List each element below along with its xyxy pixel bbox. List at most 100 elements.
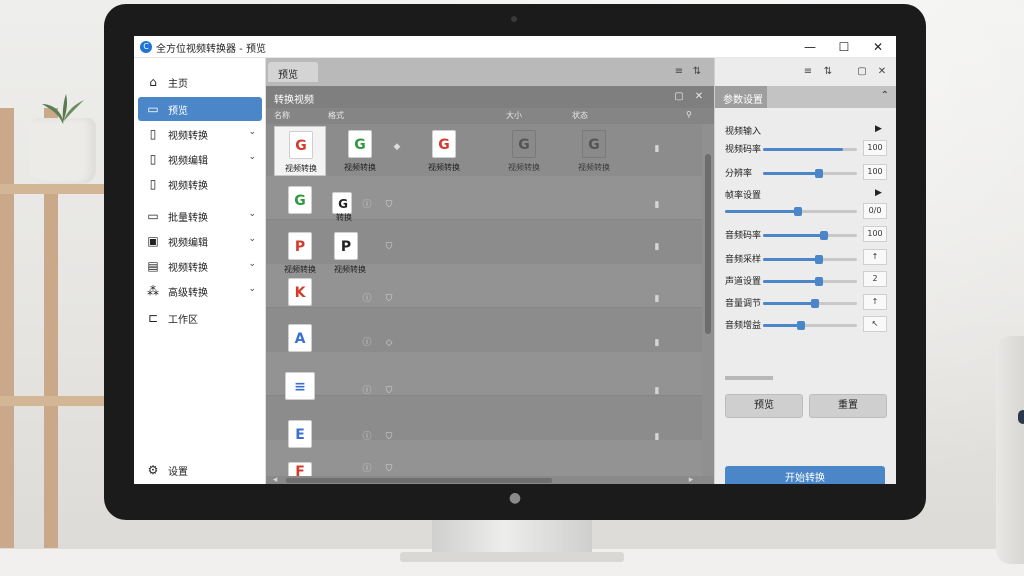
slider-volume[interactable] <box>763 299 857 308</box>
sidebar-item-video-convert[interactable]: ▯ 视频转换 ⌄ <box>138 122 262 146</box>
vertical-scroll-thumb[interactable] <box>705 154 711 334</box>
maximize-button[interactable]: ☐ <box>830 38 858 56</box>
tag-icon[interactable]: ⛉ <box>384 200 394 210</box>
tag-icon[interactable]: ⛉ <box>384 242 394 252</box>
slider-video-bitrate[interactable] <box>763 148 857 151</box>
file-item[interactable]: G 视频转换 <box>334 126 386 176</box>
expand-arrow-icon[interactable]: ▶ <box>875 188 882 198</box>
value-box[interactable]: 2 <box>863 271 887 287</box>
slider-knob[interactable] <box>820 231 828 240</box>
info-icon[interactable]: ⓘ <box>362 200 372 210</box>
file-item[interactable]: P 视频转换 <box>274 228 326 278</box>
slider-resolution[interactable] <box>763 169 857 178</box>
sort-icon[interactable]: ⇅ <box>821 66 835 78</box>
sidebar-item-preview[interactable]: ▭ 预览 <box>138 97 262 121</box>
filter-icon[interactable]: ≡ <box>672 66 686 78</box>
tag-icon[interactable]: ⛉ <box>384 464 394 474</box>
slider-fill <box>763 148 843 151</box>
horizontal-scroll-thumb[interactable] <box>286 478 552 483</box>
slider-knob[interactable] <box>815 255 823 264</box>
slider-knob[interactable] <box>797 321 805 330</box>
scroll-right-icon[interactable]: ▸ <box>686 475 696 484</box>
value-box[interactable]: 100 <box>863 140 887 156</box>
window-icon[interactable]: ▢ <box>672 91 686 103</box>
slider-channels[interactable] <box>763 277 857 286</box>
start-convert-button[interactable]: 开始转换 <box>725 466 885 484</box>
vertical-scrollbar[interactable] <box>702 124 714 476</box>
close-panel-icon[interactable]: ✕ <box>692 91 706 103</box>
slider-audio-gain[interactable] <box>763 321 857 330</box>
value-box[interactable]: ↑ <box>863 294 887 310</box>
file-status-icon: ▮ <box>654 294 660 304</box>
chevron-down-icon[interactable]: ⌄ <box>248 152 256 162</box>
tag-icon[interactable]: ⛉ <box>384 294 394 304</box>
info-icon[interactable]: ⓘ <box>362 464 372 474</box>
slider-frame-rate[interactable] <box>725 207 857 216</box>
monitor-stand-base <box>400 552 624 562</box>
settings-tab[interactable]: 参数设置 <box>715 86 767 108</box>
column-header-format[interactable]: 格式 <box>328 110 344 121</box>
info-icon[interactable]: ⓘ <box>362 432 372 442</box>
setting-label: 音量调节 <box>725 299 762 309</box>
preview-button[interactable]: 预览 <box>725 394 803 418</box>
tag-icon[interactable]: ⛉ <box>384 432 394 442</box>
slider-audio-sample[interactable] <box>763 255 857 264</box>
value-box[interactable]: ↑ <box>863 249 887 265</box>
file-item[interactable]: P 视频转换 <box>324 228 376 278</box>
tab-preview[interactable]: 预览 <box>268 62 318 82</box>
menu-icon[interactable]: ≡ <box>801 66 815 78</box>
value-box[interactable]: ↖ <box>863 316 887 332</box>
chevron-down-icon[interactable]: ⌄ <box>248 284 256 294</box>
info-icon[interactable]: ⓘ <box>362 294 372 304</box>
scroll-left-icon[interactable]: ◂ <box>270 475 280 484</box>
file-item[interactable]: G <box>274 182 326 232</box>
file-item[interactable]: G 视频转换 <box>418 126 470 176</box>
file-item[interactable]: G 视频转换 <box>568 126 620 176</box>
slider-knob[interactable] <box>815 277 823 286</box>
info-icon[interactable]: ⓘ <box>362 386 372 396</box>
minimize-button[interactable]: — <box>796 38 824 56</box>
chevron-down-icon[interactable]: ⌄ <box>248 259 256 269</box>
file-item[interactable]: ≡ <box>274 368 326 418</box>
file-status-icon: ▮ <box>654 144 660 154</box>
expand-arrow-icon[interactable]: ▶ <box>875 124 882 134</box>
sort-icon[interactable]: ⇅ <box>690 66 704 78</box>
column-header-size[interactable]: 大小 <box>506 110 522 121</box>
chevron-down-icon[interactable]: ⌄ <box>248 234 256 244</box>
sidebar-item-video-convert-3[interactable]: ▤ 视频转换 ⌄ <box>138 254 262 278</box>
sidebar-item-home[interactable]: ⌂ 主页 <box>138 70 262 94</box>
value-box[interactable]: 0/0 <box>863 203 887 219</box>
chevron-down-icon[interactable]: ⌄ <box>248 209 256 219</box>
column-header-name[interactable]: 名称 <box>274 110 290 121</box>
value-box[interactable]: 100 <box>863 226 887 242</box>
chevron-down-icon[interactable]: ⌄ <box>248 127 256 137</box>
horizontal-scrollbar[interactable]: ◂ ▸ <box>266 475 714 484</box>
close-button[interactable]: ✕ <box>864 38 892 56</box>
sidebar-item-video-edit-2[interactable]: ▣ 视频编辑 ⌄ <box>138 229 262 253</box>
file-item[interactable]: G 视频转换 <box>498 126 550 176</box>
window-icon[interactable]: ▢ <box>855 66 869 78</box>
value-box[interactable]: 100 <box>863 164 887 180</box>
slider-audio-bitrate[interactable] <box>763 231 857 240</box>
slider-knob[interactable] <box>794 207 802 216</box>
reset-button[interactable]: 重置 <box>809 394 887 418</box>
slider-knob[interactable] <box>811 299 819 308</box>
chevron-up-icon[interactable]: ⌃ <box>881 90 889 101</box>
close-panel-icon[interactable]: ✕ <box>875 66 889 78</box>
info-icon[interactable]: ⓘ <box>362 338 372 348</box>
column-header-status[interactable]: 状态 <box>572 110 588 121</box>
document-icon: G <box>432 130 456 158</box>
sidebar-item-workspace[interactable]: ⊏ 工作区 <box>138 306 262 330</box>
file-item[interactable]: K <box>274 274 326 324</box>
sidebar-item-batch-convert[interactable]: ▭ 批量转换 ⌄ <box>138 204 262 228</box>
sidebar-item-video-edit[interactable]: ▯ 视频编辑 ⌄ <box>138 147 262 171</box>
pin-icon[interactable]: ⚲ <box>686 110 692 119</box>
sidebar-item-settings[interactable]: ⚙ 设置 <box>138 458 262 482</box>
sidebar-item-advanced[interactable]: ⁂ 高级转换 ⌄ <box>138 279 262 303</box>
tab-preview-label: 预览 <box>278 70 298 81</box>
tag-icon[interactable]: ⛉ <box>384 386 394 396</box>
sidebar-item-video-convert-2[interactable]: ▯ 视频转换 <box>138 172 262 196</box>
slider-knob[interactable] <box>815 169 823 178</box>
file-item[interactable]: A <box>274 320 326 370</box>
file-item[interactable]: G 视频转换 <box>274 126 326 176</box>
